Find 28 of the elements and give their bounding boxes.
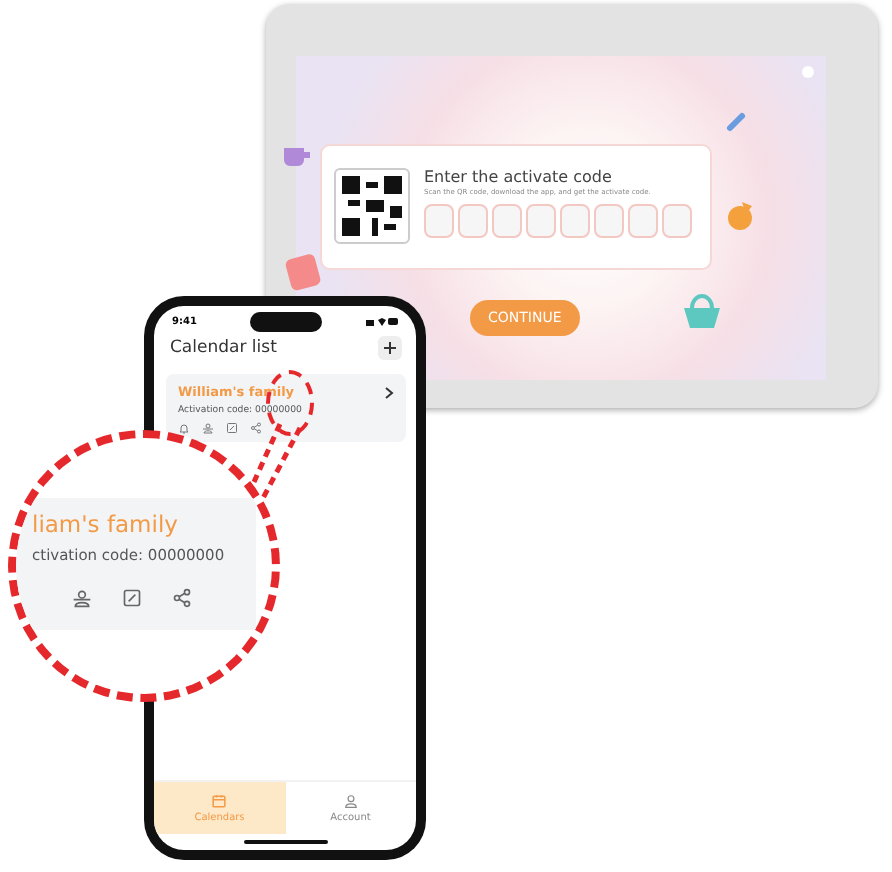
share-icon[interactable] (250, 422, 262, 434)
share-icon[interactable] (172, 588, 192, 608)
edit-icon[interactable] (226, 422, 238, 434)
code-input-field[interactable] (662, 204, 692, 238)
edit-icon[interactable] (122, 588, 142, 608)
code-input-field[interactable] (492, 204, 522, 238)
home-indicator (244, 840, 328, 844)
page-title: Calendar list (170, 338, 277, 358)
code-input-field[interactable] (424, 204, 454, 238)
basket-icon (680, 290, 724, 330)
calendar-icon (212, 793, 227, 807)
code-input-field[interactable] (526, 204, 556, 238)
status-icons (366, 316, 398, 326)
code-input-field[interactable] (560, 204, 590, 238)
people-icon[interactable] (72, 588, 92, 608)
calendar-name: liam's family (32, 510, 180, 538)
plus-icon (384, 342, 396, 354)
add-button[interactable] (378, 336, 402, 360)
dialog-title: Enter the activate code (424, 168, 614, 186)
person-icon (343, 793, 358, 807)
people-icon[interactable] (202, 422, 214, 434)
bell-icon[interactable] (178, 422, 190, 434)
code-input-field[interactable] (628, 204, 658, 238)
camera-notch (250, 312, 322, 332)
chevron-icon[interactable] (384, 385, 394, 399)
code-input-field[interactable] (458, 204, 488, 238)
qr-code-icon (334, 168, 410, 244)
code-input-field[interactable] (594, 204, 624, 238)
